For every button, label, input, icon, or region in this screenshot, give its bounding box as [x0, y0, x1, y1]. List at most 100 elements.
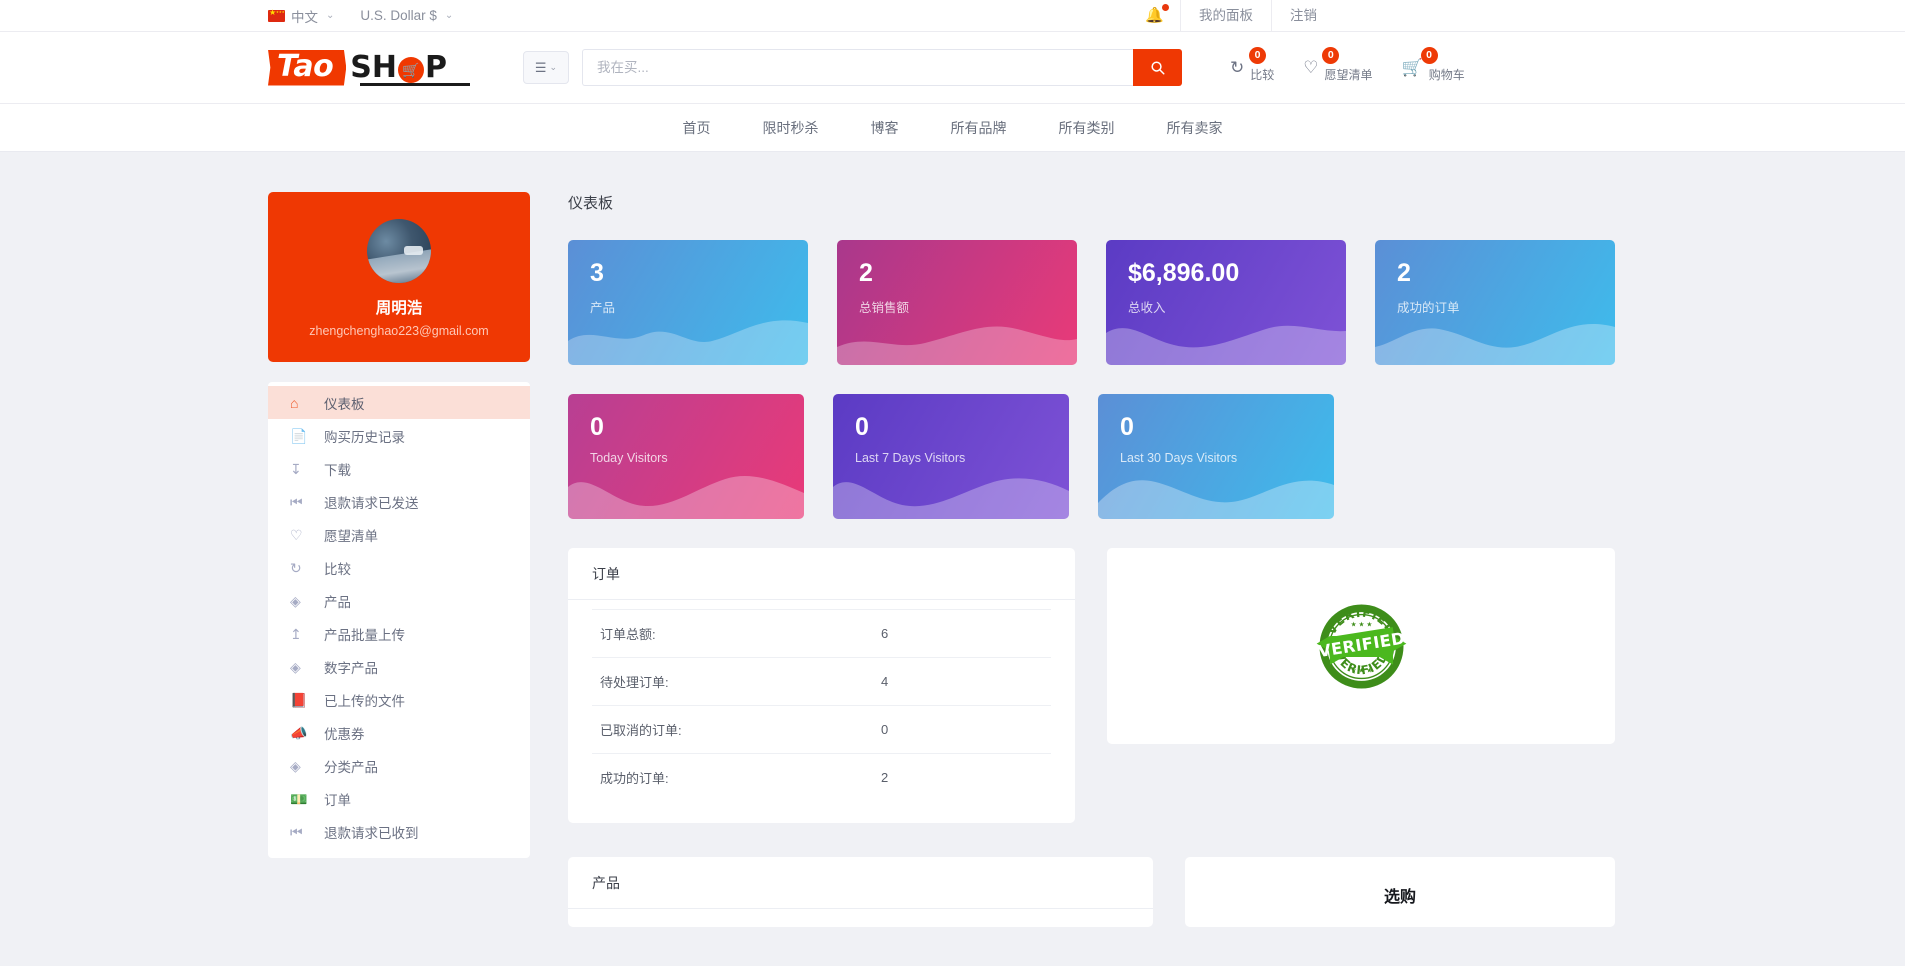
- download-icon: ↧: [290, 460, 302, 477]
- language-selector[interactable]: 中文 ⌄: [268, 6, 334, 26]
- table-row: 待处理订单: 4: [592, 657, 1051, 706]
- stat-card-total-sales[interactable]: 2 总销售额: [837, 240, 1077, 365]
- nav-item-flashdeal[interactable]: 限时秒杀: [763, 118, 819, 138]
- sidebar-item-label: 购买历史记录: [324, 429, 405, 445]
- megaphone-icon: 📣: [290, 724, 308, 741]
- my-panel-link[interactable]: 我的面板: [1181, 0, 1271, 32]
- sidebar-item-refund-sent[interactable]: ⏮ 退款请求已发送: [268, 485, 530, 518]
- verified-stamp-icon: VERIFIED VERIFIED ★ ★ ★ ★ ★ ★ VERIFIED: [1309, 594, 1414, 699]
- category-menu-button[interactable]: ☰ ⌄: [523, 51, 569, 84]
- stat-value: 2: [859, 259, 873, 287]
- nav-item-sellers[interactable]: 所有卖家: [1167, 118, 1223, 138]
- stat-value: 0: [855, 413, 869, 441]
- notification-dot: [1162, 4, 1169, 11]
- sidebar-item-downloads[interactable]: ↧ 下载: [268, 452, 530, 485]
- search-button[interactable]: [1133, 49, 1182, 86]
- row-value: 2: [881, 770, 889, 785]
- sidebar-item-label: 比较: [324, 561, 351, 577]
- sidebar-menu: ⌂ 仪表板 📄 购买历史记录 ↧ 下载 ⏮ 退款请求已发送 ♡ 愿望清单 ↻ 比…: [268, 382, 530, 858]
- site-header: Tao SH 🛒 P ☰ ⌄ ↻ 0 比较 ♡ 0 愿望清单 🛒: [0, 32, 1905, 104]
- stat-card-products[interactable]: 3 产品: [568, 240, 808, 365]
- search-input[interactable]: [582, 49, 1133, 86]
- sidebar-item-label: 退款请求已发送: [324, 495, 419, 511]
- logo-sh-text: SH: [350, 49, 397, 85]
- sidebar-item-label: 优惠券: [324, 726, 365, 742]
- logout-link[interactable]: 注销: [1272, 0, 1335, 32]
- stat-value: 0: [1120, 413, 1134, 441]
- orders-table: 订单总额: 6 待处理订单: 4 已取消的订单: 0 成功的订单: 2: [592, 609, 1051, 801]
- wishlist-count-badge: 0: [1322, 46, 1340, 64]
- page-body: 周明浩 zhengchenghao223@gmail.com ⌂ 仪表板 📄 购…: [0, 152, 1905, 965]
- svg-text:★ ★ ★: ★ ★ ★: [1350, 621, 1372, 628]
- sidebar-item-classified-products[interactable]: ◈ 分类产品: [268, 749, 530, 782]
- wave-decoration: [833, 457, 1069, 519]
- header-icon-group: ↻ 0 比较 ♡ 0 愿望清单 🛒 0 购物车: [1230, 46, 1465, 83]
- bottom-panels-row: 产品 选购: [568, 857, 1615, 927]
- sidebar-item-label: 下载: [324, 462, 351, 478]
- sidebar-item-purchase-history[interactable]: 📄 购买历史记录: [268, 419, 530, 452]
- stat-card-total-revenue[interactable]: $6,896.00 总收入: [1106, 240, 1346, 365]
- stat-row-visitors: 0 Today Visitors 0 Last 7 Days Visitors …: [568, 394, 1615, 519]
- stat-value: 0: [590, 413, 604, 441]
- stat-caption: 产品: [590, 300, 616, 315]
- logo-underline: [360, 82, 470, 86]
- stat-card-successful-orders[interactable]: 2 成功的订单: [1375, 240, 1615, 365]
- logo-p-text: P: [424, 49, 447, 85]
- sidebar-item-digital-products[interactable]: ◈ 数字产品: [268, 650, 530, 683]
- sidebar-item-uploaded-files[interactable]: 📕 已上传的文件: [268, 683, 530, 716]
- products-panel: 产品: [568, 857, 1153, 927]
- stat-card-last30-visitors[interactable]: 0 Last 30 Days Visitors: [1098, 394, 1334, 519]
- sidebar-item-compare[interactable]: ↻ 比较: [268, 551, 530, 584]
- shop-panel-title: 选购: [1383, 889, 1416, 906]
- diamond-icon: ◈: [290, 658, 301, 675]
- nav-item-categories[interactable]: 所有类别: [1059, 118, 1115, 138]
- sidebar-item-products[interactable]: ◈ 产品: [268, 584, 530, 617]
- main-content: 仪表板 3 产品 2 总销售额 $6,896.00 总收入 2 成功的订单 0 …: [568, 192, 1905, 965]
- cart-icon: 🛒: [1401, 58, 1423, 77]
- sidebar-item-bulk-upload[interactable]: ↥ 产品批量上传: [268, 617, 530, 650]
- chevron-down-icon: ⌄: [326, 10, 335, 21]
- wishlist-button[interactable]: ♡ 0 愿望清单: [1303, 46, 1373, 83]
- profile-name: 周明浩: [375, 300, 423, 317]
- stat-card-today-visitors[interactable]: 0 Today Visitors: [568, 394, 804, 519]
- products-panel-title: 产品: [568, 857, 1153, 909]
- row-label: 已取消的订单:: [600, 723, 682, 738]
- sidebar-item-label: 订单: [324, 792, 351, 808]
- profile-email: zhengchenghao223@gmail.com: [309, 324, 489, 338]
- stat-card-last7-visitors[interactable]: 0 Last 7 Days Visitors: [833, 394, 1069, 519]
- sidebar-item-orders[interactable]: 💵 订单: [268, 782, 530, 815]
- orders-panel-title: 订单: [568, 548, 1075, 600]
- sidebar-item-refund-received[interactable]: ⏮ 退款请求已收到: [268, 815, 530, 848]
- currency-selector[interactable]: U.S. Dollar $ ⌄: [360, 8, 453, 23]
- table-row: 已取消的订单: 0: [592, 705, 1051, 754]
- wave-decoration: [1098, 457, 1334, 519]
- nav-item-brands[interactable]: 所有品牌: [951, 118, 1007, 138]
- chevron-down-icon: ⌄: [444, 10, 454, 21]
- stat-caption: 总收入: [1128, 300, 1166, 315]
- shop-panel: 选购: [1185, 857, 1615, 927]
- profile-card: 周明浩 zhengchenghao223@gmail.com: [268, 192, 530, 362]
- stat-row-primary: 3 产品 2 总销售额 $6,896.00 总收入 2 成功的订单: [568, 240, 1615, 365]
- bell-icon: 🔔: [1145, 7, 1164, 24]
- sidebar-item-coupons[interactable]: 📣 优惠券: [268, 716, 530, 749]
- sidebar-item-wishlist[interactable]: ♡ 愿望清单: [268, 518, 530, 551]
- chevron-down-icon: ⌄: [549, 62, 558, 72]
- compare-button[interactable]: ↻ 0 比较: [1230, 46, 1274, 83]
- nav-item-home[interactable]: 首页: [683, 118, 711, 138]
- row-label: 待处理订单:: [600, 675, 669, 690]
- sidebar-item-label: 已上传的文件: [324, 693, 405, 709]
- nav-item-blog[interactable]: 博客: [871, 118, 899, 138]
- sidebar-item-label: 退款请求已收到: [324, 825, 419, 841]
- site-logo[interactable]: Tao SH 🛒 P: [268, 48, 473, 88]
- compare-count-badge: 0: [1249, 46, 1266, 64]
- search-icon: [1151, 61, 1165, 75]
- orders-panel: 订单 订单总额: 6 待处理订单: 4 已取消的订单: 0 成功的订单: 2: [568, 548, 1075, 823]
- cart-button[interactable]: 🛒 0 购物车: [1401, 46, 1465, 83]
- china-flag-icon: [268, 6, 285, 22]
- heart-icon: ♡: [1303, 58, 1319, 77]
- page-title: 仪表板: [568, 195, 614, 212]
- notifications-button[interactable]: 🔔: [1129, 4, 1180, 24]
- upload-icon: ↥: [290, 625, 302, 642]
- sidebar-item-dashboard[interactable]: ⌂ 仪表板: [268, 386, 530, 419]
- stat-value: 3: [590, 259, 604, 287]
